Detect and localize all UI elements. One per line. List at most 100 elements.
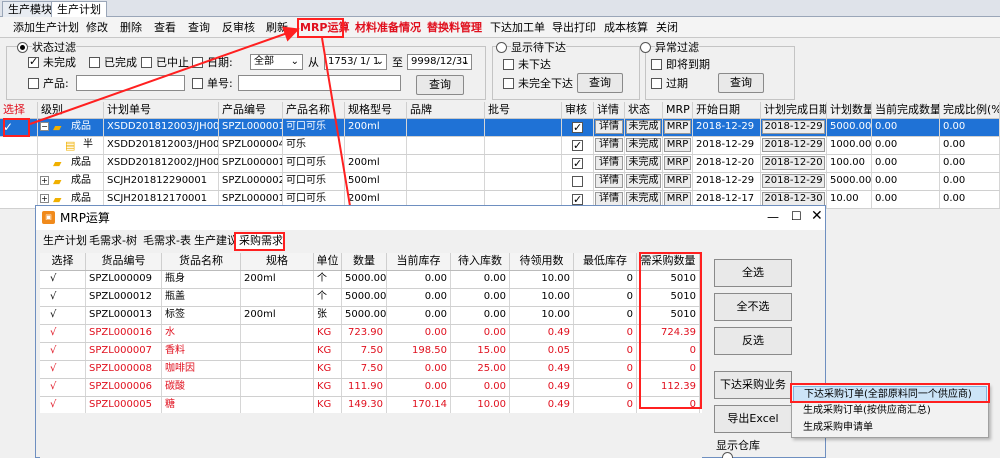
purchase-stock-cell: 0.00 bbox=[387, 361, 451, 378]
purchase-min-stock-cell: 0 bbox=[574, 361, 637, 378]
purchase-name-cell: 糖 bbox=[162, 397, 241, 414]
purchase-col-stock[interactable]: 当前库存 bbox=[387, 253, 451, 270]
select-none-button[interactable]: 全不选 bbox=[714, 293, 792, 321]
need-qty-highlight bbox=[639, 252, 702, 409]
purchase-select-cell[interactable]: √ bbox=[40, 343, 86, 360]
menu-item-purchase-order-by-supplier[interactable]: 生成采购订单(按供应商汇总) bbox=[793, 403, 987, 419]
purchase-min-stock-cell: 0 bbox=[574, 289, 637, 306]
purchase-unit-cell: 张 bbox=[314, 307, 342, 324]
dialog-tab-0[interactable]: 生产计划 bbox=[40, 234, 87, 250]
purchase-code-cell: SPZL000016 bbox=[86, 325, 162, 342]
purchase-min-stock-cell: 0 bbox=[574, 343, 637, 360]
purchase-incoming-cell: 0.00 bbox=[451, 325, 510, 342]
mrp-dialog: ▣ MRP运算 — ☐ ✕ 生产计划 毛需求-树 毛需求-表 生产建议 采购需求 选择货… bbox=[35, 205, 826, 458]
purchase-spec-cell bbox=[241, 379, 314, 396]
purchase-min-stock-cell: 0 bbox=[574, 271, 637, 288]
show-warehouse-label: 显示仓库 bbox=[716, 439, 760, 452]
purchase-spec-cell: 200ml bbox=[241, 307, 314, 324]
purchase-spec-cell bbox=[241, 361, 314, 378]
close-icon[interactable]: ✕ bbox=[811, 208, 823, 224]
purchase-incoming-cell: 0.00 bbox=[451, 379, 510, 396]
purchase-select-cell[interactable]: √ bbox=[40, 379, 86, 396]
menu-item-purchase-request[interactable]: 生成采购申请单 bbox=[793, 420, 987, 436]
purchase-stock-cell: 170.14 bbox=[387, 397, 451, 414]
purchase-pending-use-cell: 10.00 bbox=[510, 307, 574, 324]
select-all-button[interactable]: 全选 bbox=[714, 259, 792, 287]
purchase-incoming-cell: 15.00 bbox=[451, 343, 510, 360]
app-icon: ▣ bbox=[42, 211, 55, 224]
purchase-select-cell[interactable]: √ bbox=[40, 325, 86, 342]
purchase-col-select[interactable]: 选择 bbox=[40, 253, 86, 270]
purchase-unit-cell: KG bbox=[314, 343, 342, 360]
warehouse-radio[interactable] bbox=[722, 452, 733, 458]
purchase-qty-cell: 5000.00 bbox=[342, 271, 387, 288]
purchase-col-pending-use[interactable]: 待领用数 bbox=[510, 253, 574, 270]
purchase-code-cell: SPZL000007 bbox=[86, 343, 162, 360]
minimize-icon[interactable]: — bbox=[767, 210, 779, 224]
purchase-col-unit[interactable]: 单位 bbox=[314, 253, 342, 270]
purchase-code-cell: SPZL000012 bbox=[86, 289, 162, 306]
purchase-incoming-cell: 25.00 bbox=[451, 361, 510, 378]
purchase-min-stock-cell: 0 bbox=[574, 307, 637, 324]
dialog-title-bar: ▣ MRP运算 — ☐ ✕ bbox=[36, 206, 825, 230]
purchase-name-cell: 水 bbox=[162, 325, 241, 342]
purchase-min-stock-cell: 0 bbox=[574, 325, 637, 342]
issue-purchase-button[interactable]: 下达采购业务 bbox=[714, 371, 792, 399]
purchase-pending-use-cell: 0.49 bbox=[510, 379, 574, 396]
purchase-unit-cell: KG bbox=[314, 325, 342, 342]
purchase-stock-cell: 0.00 bbox=[387, 325, 451, 342]
purchase-select-cell[interactable]: √ bbox=[40, 289, 86, 306]
purchase-select-cell[interactable]: √ bbox=[40, 271, 86, 288]
purchase-select-cell[interactable]: √ bbox=[40, 397, 86, 414]
dialog-tab-3[interactable]: 生产建议 bbox=[191, 234, 238, 250]
purchase-incoming-cell: 0.00 bbox=[451, 271, 510, 288]
purchase-unit-cell: 个 bbox=[314, 289, 342, 306]
purchase-min-stock-cell: 0 bbox=[574, 379, 637, 396]
dialog-tab-2[interactable]: 毛需求-表 bbox=[140, 234, 191, 250]
maximize-icon[interactable]: ☐ bbox=[791, 209, 802, 223]
purchase-select-cell[interactable]: √ bbox=[40, 361, 86, 378]
purchase-col-code[interactable]: 货品编号 bbox=[86, 253, 162, 270]
purchase-pending-use-cell: 0.49 bbox=[510, 397, 574, 414]
purchase-pending-use-cell: 0.49 bbox=[510, 361, 574, 378]
purchase-qty-cell: 5000.00 bbox=[342, 307, 387, 324]
purchase-qty-cell: 7.50 bbox=[342, 343, 387, 360]
purchase-pending-use-cell: 0.05 bbox=[510, 343, 574, 360]
purchase-pending-use-cell: 10.00 bbox=[510, 271, 574, 288]
purchase-min-stock-cell: 0 bbox=[574, 397, 637, 414]
purchase-code-cell: SPZL000013 bbox=[86, 307, 162, 324]
purchase-col-min-stock[interactable]: 最低库存 bbox=[574, 253, 637, 270]
purchase-code-cell: SPZL000008 bbox=[86, 361, 162, 378]
dialog-title: MRP运算 bbox=[60, 211, 110, 225]
purchase-qty-cell: 5000.00 bbox=[342, 289, 387, 306]
arrow-to-dialog bbox=[321, 37, 358, 222]
purchase-col-qty[interactable]: 数量 bbox=[342, 253, 387, 270]
purchase-incoming-cell: 0.00 bbox=[451, 307, 510, 324]
menu-highlight-box bbox=[790, 383, 990, 403]
purchase-col-incoming[interactable]: 待入库数 bbox=[451, 253, 510, 270]
export-excel-button[interactable]: 导出Excel bbox=[714, 405, 792, 433]
dialog-tab-1[interactable]: 毛需求-树 bbox=[86, 234, 138, 250]
purchase-qty-cell: 7.50 bbox=[342, 361, 387, 378]
purchase-col-spec[interactable]: 规格 bbox=[241, 253, 314, 270]
purchase-pending-use-cell: 0.49 bbox=[510, 325, 574, 342]
purchase-unit-cell: 个 bbox=[314, 271, 342, 288]
purchase-name-cell: 碳酸 bbox=[162, 379, 241, 396]
purchase-name-cell: 瓶身 bbox=[162, 271, 241, 288]
purchase-incoming-cell: 0.00 bbox=[451, 289, 510, 306]
purchase-stock-cell: 0.00 bbox=[387, 379, 451, 396]
purchase-incoming-cell: 10.00 bbox=[451, 397, 510, 414]
purchase-code-cell: SPZL000009 bbox=[86, 271, 162, 288]
purchase-stock-cell: 0.00 bbox=[387, 307, 451, 324]
purchase-name-cell: 标签 bbox=[162, 307, 241, 324]
invert-selection-button[interactable]: 反选 bbox=[714, 327, 792, 355]
purchase-spec-cell bbox=[241, 397, 314, 414]
purchase-unit-cell: KG bbox=[314, 379, 342, 396]
purchase-select-cell[interactable]: √ bbox=[40, 307, 86, 324]
purchase-qty-cell: 723.90 bbox=[342, 325, 387, 342]
arrow-to-mrp bbox=[29, 26, 300, 125]
purchase-name-cell: 香料 bbox=[162, 343, 241, 360]
purchase-col-name[interactable]: 货品名称 bbox=[162, 253, 241, 270]
purchase-qty-cell: 149.30 bbox=[342, 397, 387, 414]
purchase-spec-cell bbox=[241, 289, 314, 306]
